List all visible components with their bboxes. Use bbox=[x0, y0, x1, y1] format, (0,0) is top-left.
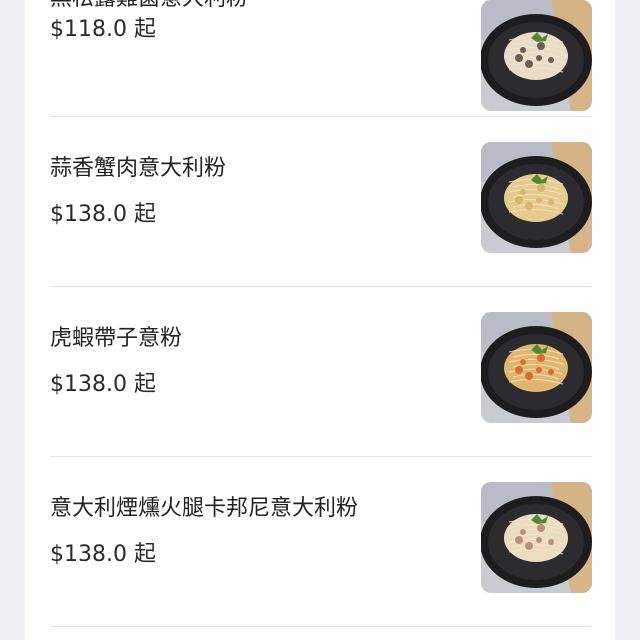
item-divider bbox=[50, 286, 591, 287]
dish-photo bbox=[481, 482, 592, 593]
menu-item-price: $138.0 起 bbox=[50, 372, 156, 397]
menu-item-name: 蒜香蟹肉意大利粉 bbox=[50, 156, 227, 181]
dish-photo bbox=[481, 0, 592, 111]
menu-item-price: $138.0 起 bbox=[50, 542, 156, 567]
menu-item-price: $118.0 起 bbox=[50, 17, 156, 42]
menu-item-name: 意大利煙燻火腿卡邦尼意大利粉 bbox=[50, 496, 359, 521]
menu-item-price: $138.0 起 bbox=[50, 202, 156, 227]
menu-item[interactable]: 虎蝦帶子意粉 $138.0 起 bbox=[50, 312, 592, 494]
item-divider bbox=[50, 116, 591, 117]
dish-photo-image bbox=[481, 0, 592, 111]
dish-photo-image bbox=[481, 482, 592, 593]
dish-photo bbox=[481, 312, 592, 423]
menu-item[interactable]: 意大利煙燻火腿卡邦尼意大利粉 $138.0 起 bbox=[50, 482, 592, 640]
item-divider bbox=[50, 456, 591, 457]
menu-item-name: 虎蝦帶子意粉 bbox=[50, 326, 183, 351]
item-divider bbox=[50, 626, 591, 627]
menu-list-panel: 黑松露雞菌意大利粉 $118.0 起 蒜香蟹肉意大利粉 $138.0 起 虎蝦帶… bbox=[25, 0, 615, 640]
dish-photo-image bbox=[481, 312, 592, 423]
menu-item-name: 黑松露雞菌意大利粉 bbox=[50, 0, 248, 14]
menu-item[interactable]: 黑松露雞菌意大利粉 $118.0 起 bbox=[50, 0, 592, 154]
dish-photo-image bbox=[481, 142, 592, 253]
dish-photo bbox=[481, 142, 592, 253]
menu-item[interactable]: 蒜香蟹肉意大利粉 $138.0 起 bbox=[50, 142, 592, 324]
